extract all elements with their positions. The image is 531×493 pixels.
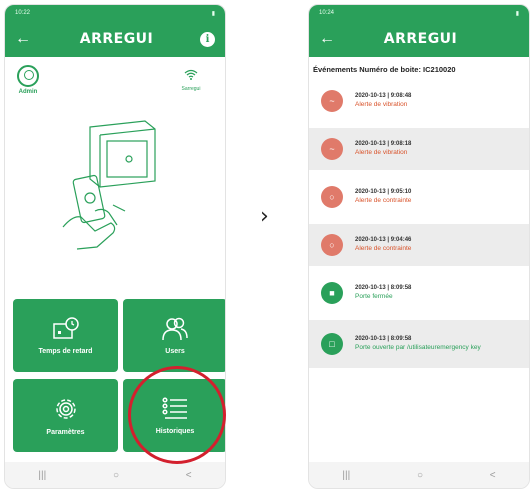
battery-icon: ▮	[515, 10, 519, 17]
info-icon[interactable]: i	[200, 31, 215, 47]
timer-icon	[52, 317, 79, 339]
app-bar: ← ARREGUI i	[5, 21, 225, 57]
events-list: ~ 2020-10-13 | 9:08:48 Alerte de vibrati…	[309, 80, 529, 368]
events-title: Événements Numéro de boite: IC210020	[313, 65, 456, 74]
lock-closed-icon: ■	[321, 282, 343, 304]
wifi-label: Sarregui	[181, 86, 201, 92]
event-description: Alerte de vibration	[355, 100, 408, 108]
event-date: 2020-10-13 | 8:09:58	[355, 285, 412, 292]
event-row[interactable]: □ 2020-10-13 | 8:09:58 Porte ouverte par…	[309, 320, 529, 368]
highlight-circle	[128, 366, 226, 464]
user-avatar-icon	[17, 65, 39, 87]
arregui-logo: ARREGUI	[79, 31, 154, 47]
tile-users-label: Users	[165, 348, 185, 355]
tile-delay-label: Temps de retard	[38, 348, 93, 355]
event-date: 2020-10-13 | 9:05:10	[355, 189, 412, 196]
event-description: Alerte de vibration	[355, 148, 408, 156]
event-row[interactable]: ~ 2020-10-13 | 9:08:18 Alerte de vibrati…	[309, 128, 529, 170]
status-bar: 10:24 ▮	[309, 5, 529, 21]
wifi-status[interactable]: Sarregui	[173, 69, 209, 92]
safe-phone-illustration	[55, 115, 175, 255]
event-description: Porte fermée	[355, 292, 393, 300]
event-description: Alerte de contrainte	[355, 244, 412, 252]
admin-profile[interactable]: Admin	[13, 65, 43, 95]
event-row[interactable]: ○ 2020-10-13 | 9:05:10 Alerte de contrai…	[309, 176, 529, 218]
recent-apps-icon[interactable]: |||	[38, 470, 46, 481]
tile-users[interactable]: Users	[123, 299, 225, 372]
back-arrow-icon[interactable]: ←	[15, 31, 33, 47]
event-date: 2020-10-13 | 9:08:18	[355, 141, 412, 148]
vibration-alert-icon: ~	[321, 138, 343, 160]
status-time: 10:22	[15, 10, 31, 16]
wifi-icon	[173, 69, 209, 83]
event-description: Porte ouverte par /utilisateuremergency …	[355, 343, 481, 351]
next-step-arrow-icon: ›	[260, 204, 269, 229]
app-bar: ← ARREGUI	[309, 21, 529, 57]
tile-settings-label: Paramètres	[46, 429, 85, 436]
vibration-alert-icon: ~	[321, 90, 343, 112]
arregui-logo: ARREGUI	[383, 31, 458, 47]
back-arrow-icon[interactable]: ←	[319, 31, 337, 47]
users-icon	[162, 317, 188, 341]
nav-back-icon[interactable]: <	[490, 470, 496, 481]
status-bar: 10:22 ▮	[5, 5, 225, 21]
android-nav-bar: ||| ○ <	[309, 462, 529, 488]
event-description: Alerte de contrainte	[355, 196, 412, 204]
constraint-alert-icon: ○	[321, 186, 343, 208]
event-date: 2020-10-13 | 9:08:48	[355, 93, 412, 100]
battery-icon: ▮	[211, 10, 215, 17]
event-row[interactable]: ■ 2020-10-13 | 8:09:58 Porte fermée	[309, 272, 529, 314]
event-date: 2020-10-13 | 8:09:58	[355, 336, 412, 343]
event-date: 2020-10-13 | 9:04:46	[355, 237, 412, 244]
nav-back-icon[interactable]: <	[186, 470, 192, 481]
tile-settings[interactable]: Paramètres	[13, 379, 118, 452]
home-icon[interactable]: ○	[113, 470, 119, 481]
event-row[interactable]: ○ 2020-10-13 | 9:04:46 Alerte de contrai…	[309, 224, 529, 266]
phone-screen-history: 10:24 ▮ ← ARREGUI Événements Numéro de b…	[308, 4, 530, 489]
status-time: 10:24	[319, 10, 335, 16]
recent-apps-icon[interactable]: |||	[342, 470, 350, 481]
lock-open-icon: □	[321, 333, 343, 355]
gear-icon	[55, 399, 76, 419]
event-row[interactable]: ~ 2020-10-13 | 9:08:48 Alerte de vibrati…	[309, 80, 529, 122]
home-icon[interactable]: ○	[417, 470, 423, 481]
android-nav-bar: ||| ○ <	[5, 462, 225, 488]
tile-delay-time[interactable]: Temps de retard	[13, 299, 118, 372]
constraint-alert-icon: ○	[321, 234, 343, 256]
admin-label: Admin	[18, 89, 38, 95]
